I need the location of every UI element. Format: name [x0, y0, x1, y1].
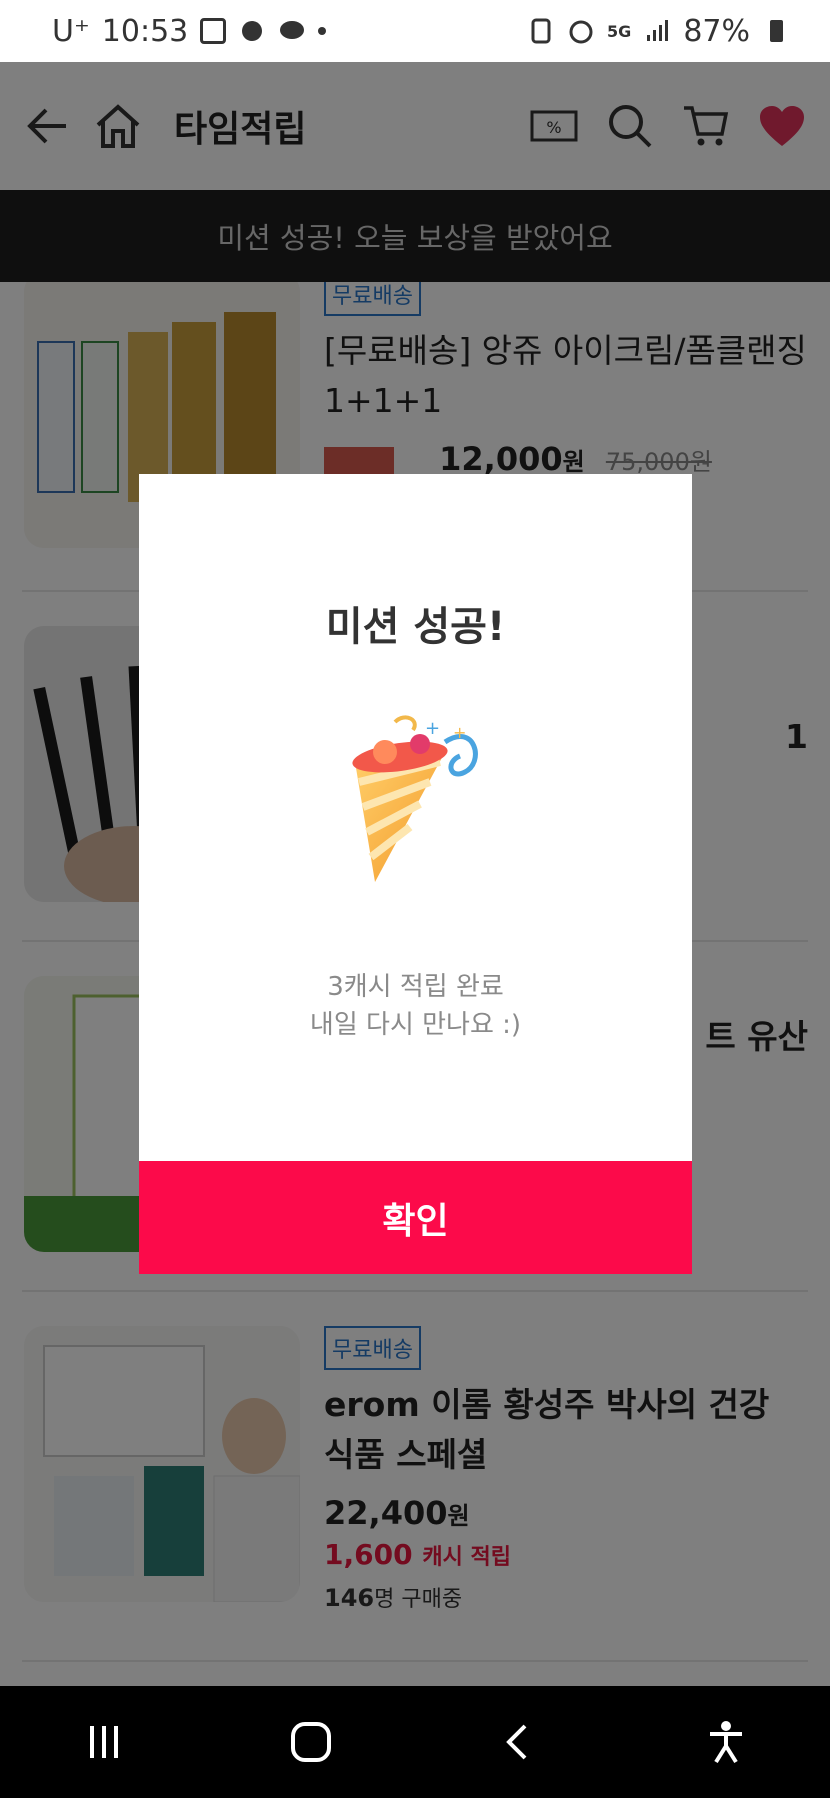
battery-saver-icon [531, 18, 551, 44]
battery-icon [770, 20, 783, 42]
home-nav-button[interactable] [276, 1707, 346, 1777]
app-notification-icon [200, 18, 227, 44]
alarm-icon [569, 20, 593, 44]
modal-message-line1: 3캐시 적립 완료 [327, 972, 504, 1002]
network-type-label: 5G [607, 21, 632, 41]
carrier-label: U⁺ [52, 13, 90, 49]
gear-notification-icon [242, 21, 263, 41]
mission-success-modal: 미션 성공! + + 3캐시 적립 완료 내일 다시 만나요 :) 확인 [139, 474, 692, 1274]
chat-notification-icon [280, 21, 305, 39]
party-popper-icon: + + [352, 715, 478, 882]
more-notifications-icon [318, 27, 327, 35]
svg-text:+: + [453, 723, 466, 742]
time-label: 10:53 [101, 13, 189, 49]
modal-message-line2: 내일 다시 만나요 :) [309, 1010, 522, 1040]
back-chevron-icon [505, 1724, 527, 1760]
confirm-button[interactable]: 확인 [139, 1161, 692, 1274]
recent-apps-icon [89, 1726, 118, 1758]
status-bar: U⁺ 10:53 5G 87% [0, 0, 830, 62]
accessibility-icon [710, 1721, 743, 1764]
home-circle-icon [291, 1722, 332, 1762]
svg-text:+: + [425, 718, 440, 739]
system-nav-bar [0, 1686, 830, 1798]
battery-percent-label: 87% [683, 13, 750, 49]
modal-title: 미션 성공! [325, 604, 506, 650]
accessibility-button[interactable] [691, 1707, 761, 1777]
modal-message: 3캐시 적립 완료 내일 다시 만나요 :) [139, 968, 692, 1044]
signal-icon [647, 20, 669, 41]
recent-apps-button[interactable] [69, 1707, 139, 1777]
back-nav-button[interactable] [484, 1707, 554, 1777]
